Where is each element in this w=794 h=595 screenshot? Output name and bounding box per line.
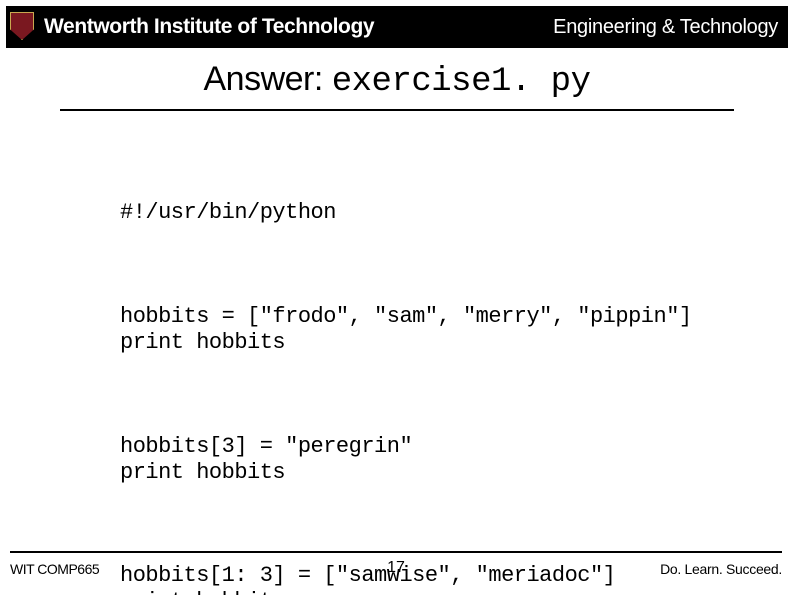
institution-name: Wentworth Institute of Technology [44, 15, 374, 39]
page-number: 17 [387, 559, 405, 577]
department-box: Engineering & Technology [535, 6, 788, 48]
code-line-shebang: #!/usr/bin/python [120, 200, 734, 226]
header-bar: Wentworth Institute of Technology Engine… [6, 6, 788, 48]
department-name: Engineering & Technology [553, 16, 778, 39]
code-block-init: hobbits = ["frodo", "sam", "merry", "pip… [120, 304, 734, 356]
title-prefix: Answer: [203, 60, 331, 98]
code-area: #!/usr/bin/python hobbits = ["frodo", "s… [120, 148, 734, 595]
tagline: Do. Learn. Succeed. [660, 561, 782, 577]
slide: Wentworth Institute of Technology Engine… [0, 0, 794, 595]
footer: WIT COMP665 17 Do. Learn. Succeed. [10, 551, 782, 577]
title-filename: exercise1. py [332, 63, 591, 101]
crest-icon [10, 12, 36, 42]
code-block-assign: hobbits[3] = "peregrin" print hobbits [120, 434, 734, 486]
slide-title: Answer: exercise1. py [60, 60, 734, 111]
course-code: WIT COMP665 [10, 561, 99, 577]
